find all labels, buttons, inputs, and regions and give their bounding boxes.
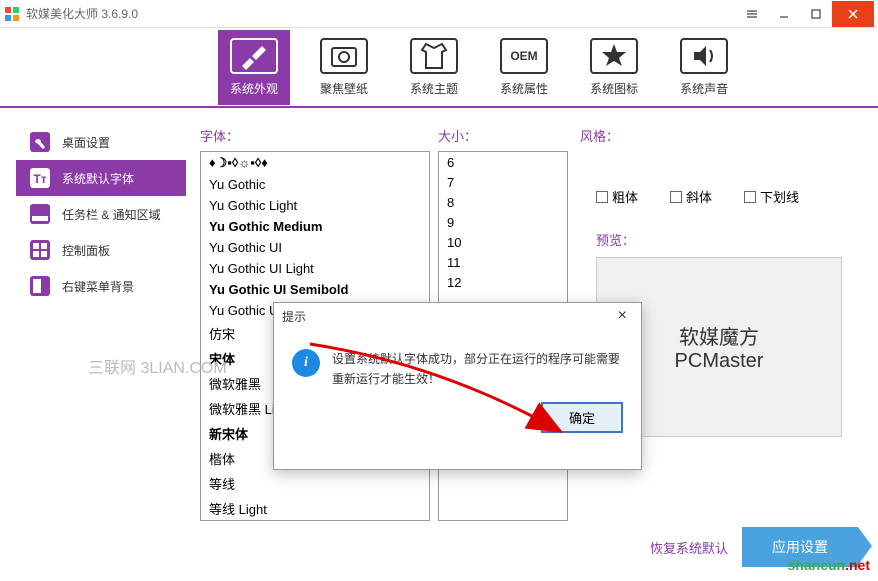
toolbar-label: 系统主题 <box>410 80 458 97</box>
main-toolbar: 系统外观 聚焦壁纸 系统主题 OEM 系统属性 系统图标 系统声音 <box>0 28 878 106</box>
toolbar-label: 系统声音 <box>680 80 728 97</box>
toolbar-label: 系统属性 <box>500 80 548 97</box>
font-item[interactable]: Yu Gothic Light <box>201 195 429 216</box>
taskbar-icon <box>28 202 52 226</box>
size-item[interactable]: 12 <box>439 272 567 292</box>
size-item[interactable]: 10 <box>439 232 567 252</box>
svg-text:Tт: Tт <box>33 172 46 186</box>
window-title: 软媒美化大师 3.6.9.0 <box>26 5 736 22</box>
info-dialog: 提示 × i 设置系统默认字体成功，部分正在运行的程序可能需要重新运行才能生效！… <box>273 302 642 470</box>
minimize-button[interactable] <box>768 1 800 27</box>
size-item[interactable]: 6 <box>439 152 567 172</box>
size-item[interactable]: 11 <box>439 252 567 272</box>
style-checkboxes: 粗体 斜体 下划线 <box>596 187 842 206</box>
app-icon <box>4 6 20 22</box>
dialog-message: 设置系统默认字体成功，部分正在运行的程序可能需要重新运行才能生效！ <box>332 349 623 390</box>
dialog-title: 提示 <box>282 308 306 325</box>
sidebar-label: 任务栏 & 通知区域 <box>62 206 161 223</box>
font-icon: Tт <box>28 166 52 190</box>
sidebar-label: 桌面设置 <box>62 134 110 151</box>
font-item[interactable]: 等线 Light <box>201 496 429 521</box>
toolbar-label: 聚焦壁纸 <box>320 80 368 97</box>
size-header: 大小： <box>438 126 580 145</box>
font-item[interactable]: Yu Gothic UI <box>201 237 429 258</box>
brush-icon <box>230 38 278 74</box>
restore-defaults-link[interactable]: 恢复系统默认 <box>650 538 728 557</box>
ok-button[interactable]: 确定 <box>541 402 623 433</box>
camera-icon <box>320 38 368 74</box>
underline-checkbox[interactable]: 下划线 <box>744 187 799 206</box>
star-icon <box>590 38 638 74</box>
grid-icon <box>28 238 52 262</box>
close-button[interactable] <box>832 1 874 27</box>
preview-label: 预览： <box>596 230 842 249</box>
font-item[interactable]: 等线 <box>201 471 429 496</box>
size-item[interactable]: 7 <box>439 172 567 192</box>
titlebar: 软媒美化大师 3.6.9.0 <box>0 0 878 28</box>
toolbar-label: 系统图标 <box>590 80 638 97</box>
apply-button[interactable]: 应用设置 <box>742 527 858 567</box>
style-header: 风格： <box>580 126 619 145</box>
column-headers: 字体： 大小： 风格： <box>200 126 858 145</box>
svg-text:OEM: OEM <box>510 49 537 63</box>
dialog-titlebar: 提示 × <box>274 303 641 329</box>
toolbar-item-2[interactable]: 系统主题 <box>398 30 470 105</box>
wrench-icon <box>28 130 52 154</box>
sidebar-item-2[interactable]: 任务栏 & 通知区域 <box>16 196 186 232</box>
size-item[interactable]: 9 <box>439 212 567 232</box>
menu-icon <box>28 274 52 298</box>
toolbar-label: 系统外观 <box>230 80 278 97</box>
font-item[interactable]: Yu Gothic UI Light <box>201 258 429 279</box>
speaker-icon <box>680 38 728 74</box>
preview-line1: 软媒魔方 <box>679 321 759 350</box>
maximize-button[interactable] <box>800 1 832 27</box>
toolbar-item-0[interactable]: 系统外观 <box>218 30 290 105</box>
window-controls <box>736 1 874 27</box>
toolbar-item-5[interactable]: 系统声音 <box>668 30 740 105</box>
font-header: 字体： <box>200 126 438 145</box>
preview-line2: PCMaster <box>675 350 764 373</box>
font-item[interactable]: ♦☽▪◊☼▪◊♦ <box>201 152 429 174</box>
sidebar-item-1[interactable]: Tт 系统默认字体 <box>16 160 186 196</box>
oem-icon: OEM <box>500 38 548 74</box>
info-icon: i <box>292 349 320 377</box>
sidebar-label: 右键菜单背景 <box>62 278 134 295</box>
shirt-icon <box>410 38 458 74</box>
menu-button[interactable] <box>736 1 768 27</box>
toolbar-item-1[interactable]: 聚焦壁纸 <box>308 30 380 105</box>
sidebar-label: 控制面板 <box>62 242 110 259</box>
font-item[interactable]: Yu Gothic <box>201 174 429 195</box>
bottom-bar: 恢复系统默认 应用设置 <box>650 527 858 567</box>
sidebar: 桌面设置 Tт 系统默认字体任务栏 & 通知区域控制面板右键菜单背景 <box>0 108 186 581</box>
italic-checkbox[interactable]: 斜体 <box>670 187 712 206</box>
toolbar-item-3[interactable]: OEM 系统属性 <box>488 30 560 105</box>
sidebar-item-0[interactable]: 桌面设置 <box>16 124 186 160</box>
toolbar-item-4[interactable]: 系统图标 <box>578 30 650 105</box>
bold-checkbox[interactable]: 粗体 <box>596 187 638 206</box>
sidebar-item-4[interactable]: 右键菜单背景 <box>16 268 186 304</box>
font-item[interactable]: Yu Gothic UI Semibold <box>201 279 429 300</box>
dialog-close-button[interactable]: × <box>612 307 633 325</box>
font-item[interactable]: Yu Gothic Medium <box>201 216 429 237</box>
sidebar-item-3[interactable]: 控制面板 <box>16 232 186 268</box>
size-item[interactable]: 8 <box>439 192 567 212</box>
sidebar-label: 系统默认字体 <box>62 170 134 187</box>
